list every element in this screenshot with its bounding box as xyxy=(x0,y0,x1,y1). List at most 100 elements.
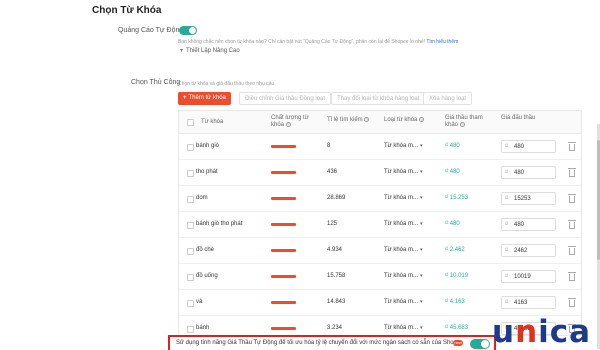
select-all-checkbox[interactable] xyxy=(187,119,194,126)
trash-icon[interactable] xyxy=(568,246,576,255)
learn-more-link[interactable]: Tìm hiểu thêm xyxy=(426,39,458,45)
suggested-bid-cell: ₫ 15.253 xyxy=(445,195,469,201)
row-checkbox[interactable] xyxy=(187,248,194,255)
suggested-bid-cell: ₫ 2.462 xyxy=(445,247,465,253)
keyword-cell: bánh giò xyxy=(196,143,220,149)
help-icon[interactable]: ? xyxy=(364,117,370,122)
search-rate-cell: 28.869 xyxy=(327,195,346,201)
match-type-value: Từ khóa m... xyxy=(384,169,419,175)
match-type-select[interactable]: Từ khóa m... ▾ xyxy=(384,247,423,253)
currency-symbol: ₫ xyxy=(505,300,509,306)
table-row: đồ chè 4.934 Từ khóa m... ▾ ₫ 2.462 ₫ 2462 xyxy=(179,238,581,264)
suggested-bid-cell: ₫ 480 xyxy=(445,221,460,227)
match-type-select[interactable]: Từ khóa m... ▾ xyxy=(384,143,423,149)
bid-input[interactable]: ₫ 10019 xyxy=(501,270,556,283)
table-row: bánh giò 8 Từ khóa m... ▾ ₫ 480 ₫ 480 xyxy=(179,134,581,160)
bulk-delete-button[interactable]: Xóa hàng loạt xyxy=(423,92,473,105)
row-checkbox[interactable] xyxy=(187,326,194,333)
bid-value: 2462 xyxy=(514,248,528,254)
trash-icon[interactable] xyxy=(568,220,576,229)
keyword-cell: đồ uống xyxy=(196,273,218,279)
match-type-value: Từ khóa m... xyxy=(384,273,419,279)
help-icon[interactable]: ? xyxy=(285,122,291,127)
search-rate-cell: 125 xyxy=(327,221,338,227)
table-row: đồ uống 15.758 Từ khóa m... ▾ ₫ 10.019 ₫ 10019 xyxy=(179,264,581,290)
auto-bid-bar: Sử dụng tính năng Giá Thầu Tự Động để tố… xyxy=(168,335,496,350)
match-type-value: Từ khóa m... xyxy=(384,299,419,305)
match-type-value: Từ khóa m... xyxy=(384,247,419,253)
caret-down-icon: ▾ xyxy=(420,273,423,279)
keyword-cell: tho phát xyxy=(196,169,218,175)
match-type-select[interactable]: Từ khóa m... ▾ xyxy=(384,325,423,331)
bulk-change-type-button[interactable]: Thay đổi loại từ khóa hàng loạt xyxy=(331,92,426,105)
search-rate-cell: 436 xyxy=(327,169,338,175)
advanced-settings[interactable]: ▾ Thiết Lập Nâng Cao xyxy=(180,47,240,54)
currency-symbol: ₫ xyxy=(505,196,509,202)
bid-input[interactable]: ₫ 4163 xyxy=(501,296,556,309)
match-type-select[interactable]: Từ khóa m... ▾ xyxy=(384,273,423,279)
row-checkbox[interactable] xyxy=(187,274,194,281)
trash-icon[interactable] xyxy=(568,272,576,281)
new-badge: new xyxy=(453,340,463,346)
caret-down-icon: ▾ xyxy=(420,247,423,253)
add-keyword-button[interactable]: + Thêm từ khóa xyxy=(178,92,231,105)
suggested-bid-cell: ₫ 10.019 xyxy=(445,273,469,279)
row-checkbox[interactable] xyxy=(187,300,194,307)
quality-bar xyxy=(271,171,296,174)
search-rate-cell: 15.758 xyxy=(327,273,346,279)
auto-ads-label: Quảng Cáo Tự Động xyxy=(118,27,184,34)
search-rate-cell: 14.843 xyxy=(327,299,346,305)
auto-ads-toggle[interactable] xyxy=(179,26,197,35)
keyword-cell: dom xyxy=(196,195,208,201)
bid-value: 480 xyxy=(514,144,525,150)
bid-input[interactable]: ₫ 15253 xyxy=(501,192,556,205)
section-title: Chọn Từ Khóa xyxy=(92,5,162,16)
bid-input[interactable]: ₫ 480 xyxy=(501,218,556,231)
quality-bar xyxy=(271,327,296,330)
currency-symbol: ₫ xyxy=(505,144,509,150)
table-row: dom 28.869 Từ khóa m... ▾ ₫ 15.253 ₫ 15253 xyxy=(179,186,581,212)
bid-input[interactable]: ₫ 2462 xyxy=(501,244,556,257)
header-quality: Chất lượng từ khóa ? xyxy=(271,115,313,129)
auto-ads-hint: Bạn không chắc nên chọn từ khóa nào? Chỉ… xyxy=(178,39,458,45)
table-row: tho phát 436 Từ khóa m... ▾ ₫ 480 ₫ 480 xyxy=(179,160,581,186)
currency-symbol: ₫ xyxy=(505,248,509,254)
trash-icon[interactable] xyxy=(568,298,576,307)
table-header: Từ khóa Chất lượng từ khóa ? Tỉ lệ tìm k… xyxy=(179,111,581,134)
auto-ads-hint-text: Bạn không chắc nên chọn từ khóa nào? Chỉ… xyxy=(178,39,425,45)
header-search-rate-label: Tỉ lệ tìm kiếm xyxy=(327,117,363,124)
header-bid: Giá đấu thầu xyxy=(501,115,536,121)
row-checkbox[interactable] xyxy=(187,222,194,229)
quality-bar xyxy=(271,301,296,304)
caret-down-icon: ▾ xyxy=(420,325,423,331)
quality-bar xyxy=(271,275,296,278)
bid-value: 10019 xyxy=(514,274,531,280)
trash-icon[interactable] xyxy=(568,168,576,177)
search-rate-cell: 4.934 xyxy=(327,247,343,253)
currency-symbol: ₫ xyxy=(505,274,509,280)
manual-select-label: Chọn Thủ Công xyxy=(131,79,181,86)
row-checkbox[interactable] xyxy=(187,170,194,177)
match-type-value: Từ khóa m... xyxy=(384,221,419,227)
trash-icon[interactable] xyxy=(568,194,576,203)
help-icon[interactable]: ? xyxy=(419,117,425,122)
match-type-select[interactable]: Từ khóa m... ▾ xyxy=(384,169,423,175)
auto-bid-toggle[interactable] xyxy=(470,339,490,349)
help-icon[interactable]: ? xyxy=(459,122,465,127)
header-keyword-type-label: Loại từ khóa xyxy=(384,117,418,124)
search-rate-cell: 8 xyxy=(327,143,331,149)
row-checkbox[interactable] xyxy=(187,196,194,203)
match-type-select[interactable]: Từ khóa m... ▾ xyxy=(384,221,423,227)
table-row: và 14.843 Từ khóa m... ▾ ₫ 4.163 ₫ 4163 xyxy=(179,290,581,316)
match-type-select[interactable]: Từ khóa m... ▾ xyxy=(384,195,423,201)
logo-part: ica xyxy=(538,314,592,350)
trash-icon[interactable] xyxy=(568,142,576,151)
keyword-table: Từ khóa Chất lượng từ khóa ? Tỉ lệ tìm k… xyxy=(178,110,582,336)
bid-input[interactable]: ₫ 480 xyxy=(501,140,556,153)
match-type-select[interactable]: Từ khóa m... ▾ xyxy=(384,299,423,305)
caret-down-icon: ▾ xyxy=(420,299,423,305)
row-checkbox[interactable] xyxy=(187,144,194,151)
bulk-edit-bid-button[interactable]: Điều chỉnh Giá thầu Đồng loạt xyxy=(239,92,332,105)
bid-input[interactable]: ₫ 480 xyxy=(501,166,556,179)
logo-part: u xyxy=(492,314,516,350)
